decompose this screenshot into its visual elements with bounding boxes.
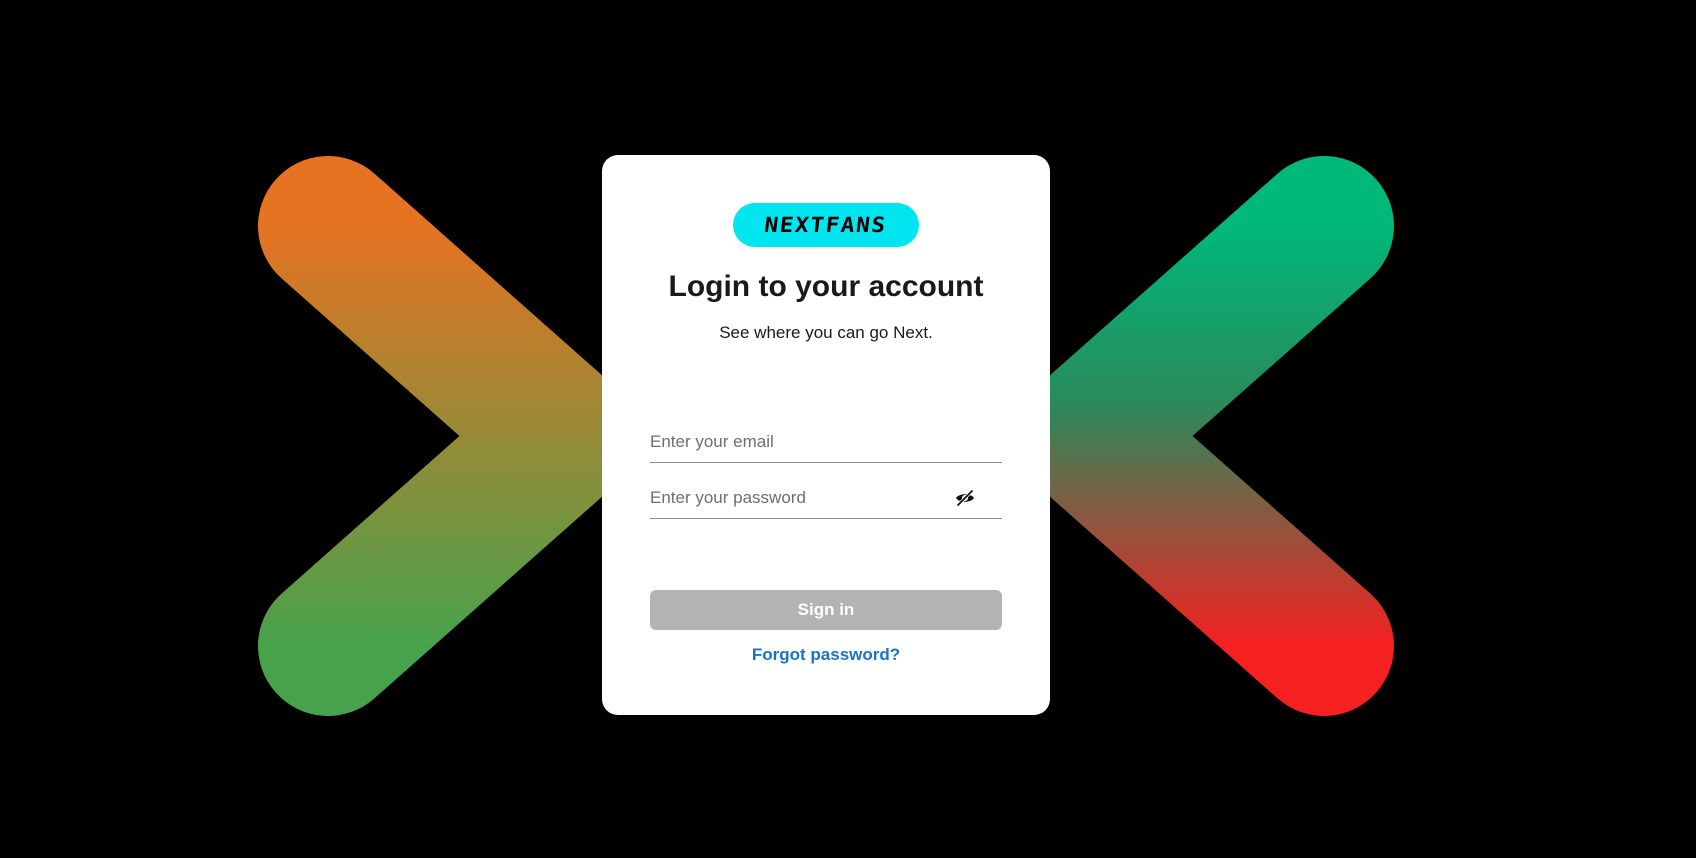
sign-in-button[interactable]: Sign in xyxy=(650,590,1002,630)
password-input[interactable] xyxy=(650,479,960,517)
password-field-wrapper xyxy=(650,479,1002,519)
email-input[interactable] xyxy=(650,423,960,461)
right-chevron-shape xyxy=(1017,156,1394,716)
login-page: NEXTFANS Login to your account See where… xyxy=(0,0,1696,858)
email-field-wrapper xyxy=(650,423,1002,463)
login-card: NEXTFANS Login to your account See where… xyxy=(602,155,1050,715)
nextfans-logo: NEXTFANS xyxy=(733,203,919,247)
left-chevron-shape xyxy=(258,156,635,716)
page-title: Login to your account xyxy=(668,270,984,303)
page-subtitle: See where you can go Next. xyxy=(719,323,933,342)
logo-text: NEXTFANS xyxy=(763,212,889,237)
eye-slash-icon[interactable] xyxy=(954,488,976,508)
forgot-password-link[interactable]: Forgot password? xyxy=(602,645,1050,665)
